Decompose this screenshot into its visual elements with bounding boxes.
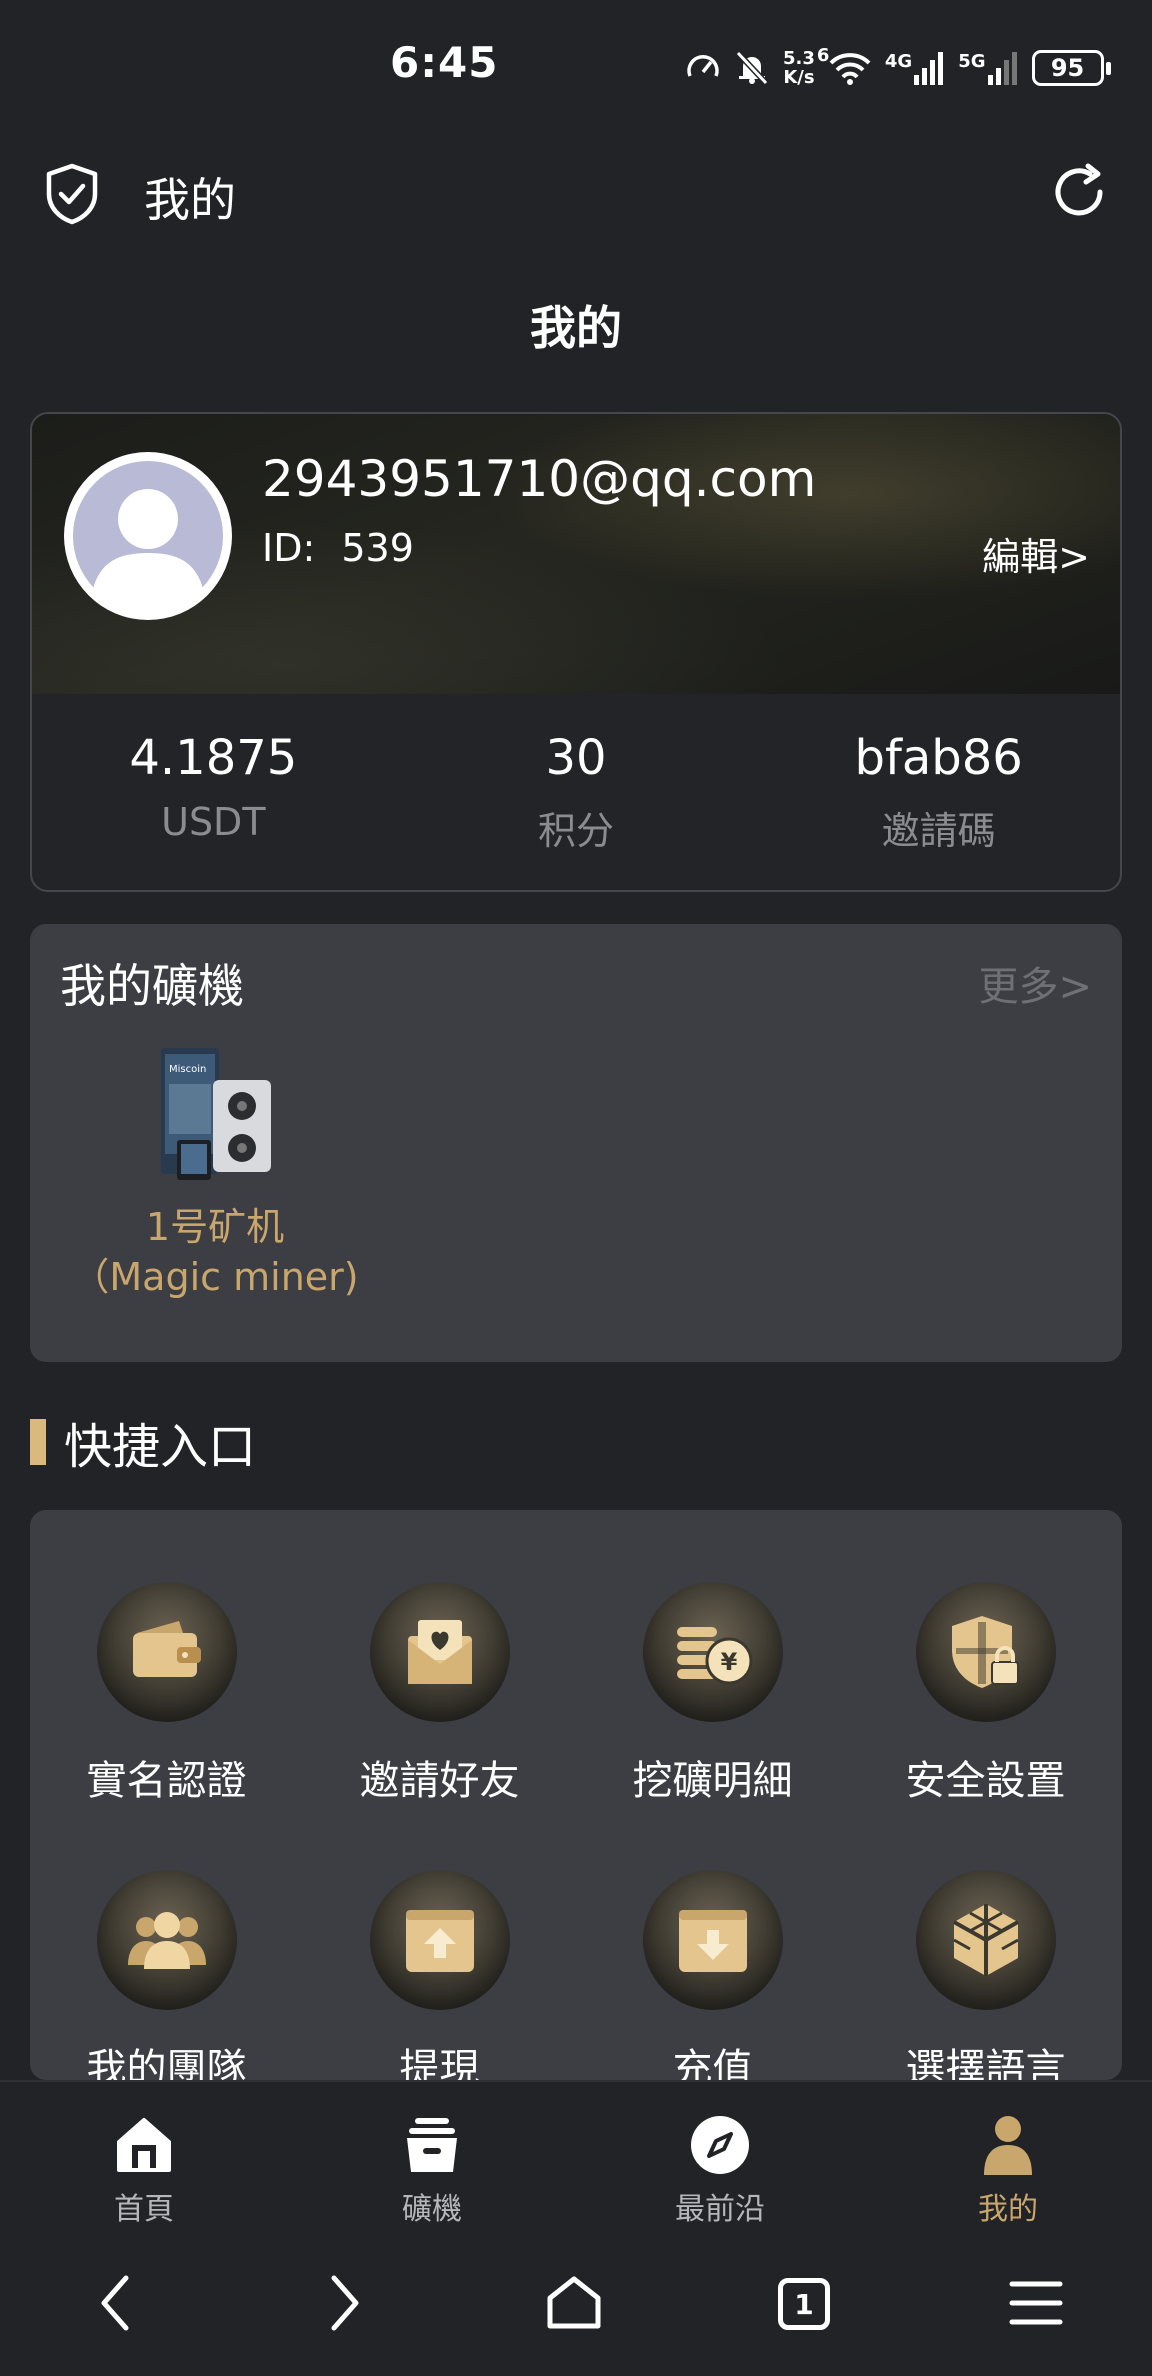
nav-label: 我的	[978, 2192, 1038, 2227]
user-email: 2943951710@qq.com	[262, 450, 817, 508]
quick-item-label: 實名認證	[86, 1758, 247, 1804]
nav-miners[interactable]: 礦機	[288, 2082, 576, 2230]
stat-invite-code[interactable]: bfab86 邀請碼	[757, 694, 1120, 890]
profile-card: 2943951710@qq.com ID: 539 編輯> 4.1875 USD…	[30, 412, 1122, 892]
default-avatar-icon	[73, 461, 223, 611]
team-icon	[96, 1870, 237, 2010]
signal-1: 4G	[885, 51, 944, 85]
edit-profile-link[interactable]: 編輯>	[982, 526, 1090, 581]
cubes-icon	[915, 1870, 1056, 2010]
my-miners-card: 我的礦機 更多> Miscoin 1号矿机 （Magic miner)	[30, 924, 1122, 1362]
quick-item-label: 邀請好友	[359, 1758, 520, 1804]
stat-value: 4.1875	[129, 730, 298, 786]
shield-lock-icon	[915, 1582, 1056, 1722]
quick-item-deposit[interactable]: 充值	[576, 1870, 849, 2080]
signal-1-label: 4G	[884, 51, 913, 72]
quick-entry-header: 快捷入口	[30, 1412, 256, 1475]
quick-item-security[interactable]: 安全設置	[849, 1582, 1122, 1806]
net-speed: 5.3 K/s	[783, 49, 815, 87]
signal-2: 5G	[958, 51, 1017, 85]
status-icons: 5.3 K/s 6 4G 5G 95	[685, 44, 1111, 92]
wifi-icon	[829, 53, 871, 85]
quick-item-label: 我的團隊	[86, 2046, 247, 2080]
miner-stack-icon	[288, 2112, 576, 2178]
user-id: ID: 539	[262, 526, 414, 570]
bottom-nav: 首頁 礦機 最前沿 我的	[0, 2080, 1152, 2230]
signal-2-label: 5G	[958, 51, 986, 72]
quick-item-withdraw[interactable]: 提現	[303, 1870, 576, 2080]
forward-icon[interactable]	[328, 2274, 362, 2332]
withdraw-box-icon	[369, 1870, 510, 2010]
nav-label: 首頁	[114, 2192, 174, 2227]
miner-image: Miscoin	[155, 1044, 275, 1184]
quick-entry-grid: 實名認證 邀請好友 ¥ 挖礦明細 安全設置 我的團隊 提現 充值 選擇語言	[30, 1582, 1122, 2080]
profile-header: 2943951710@qq.com ID: 539 編輯>	[32, 414, 1120, 694]
quick-item-label: 充值	[672, 2046, 753, 2080]
miner-item[interactable]: Miscoin 1号矿机 （Magic miner)	[70, 1044, 360, 1302]
compass-icon	[576, 2112, 864, 2178]
wifi-group: 6	[817, 45, 871, 85]
miners-more-link[interactable]: 更多>	[978, 954, 1092, 1012]
stat-value: 30	[545, 730, 607, 786]
profile-page: 6:45 5.3 K/s 6 4G 5G 95 我的 我的 2943951710…	[0, 0, 1152, 2376]
bell-muted-icon	[735, 50, 769, 86]
stat-value: bfab86	[854, 730, 1023, 786]
miner-box-text: Miscoin	[169, 1064, 207, 1075]
battery-indicator: 95	[1031, 50, 1111, 86]
section-accent-bar	[30, 1419, 46, 1465]
avatar[interactable]	[64, 452, 232, 620]
page-title: 我的	[530, 301, 622, 355]
home-outline-icon[interactable]	[546, 2274, 602, 2332]
miners-title: 我的礦機	[60, 959, 244, 1013]
nav-label: 最前沿	[675, 2192, 765, 2227]
user-id-label: ID:	[262, 526, 316, 570]
nav-home[interactable]: 首頁	[0, 2082, 288, 2230]
app-header: 我的	[0, 140, 1152, 250]
header-title: 我的	[144, 173, 236, 227]
quick-item-label: 提現	[399, 2046, 480, 2080]
speedometer-icon	[687, 55, 719, 77]
net-speed-unit: K/s	[783, 67, 815, 88]
quick-item-verification[interactable]: 實名認證	[30, 1582, 303, 1806]
signal-bars-icon	[914, 52, 944, 85]
user-icon	[864, 2112, 1152, 2178]
quick-item-label: 選擇語言	[905, 2046, 1066, 2080]
nav-profile[interactable]: 我的	[864, 2082, 1152, 2230]
svg-text:¥: ¥	[720, 1648, 737, 1676]
browser-system-bar: 1	[0, 2230, 1152, 2376]
stat-usdt[interactable]: 4.1875 USDT	[32, 694, 395, 890]
home-icon	[0, 2112, 288, 2178]
nav-frontier[interactable]: 最前沿	[576, 2082, 864, 2230]
status-time: 6:45	[390, 38, 499, 87]
quick-item-invite[interactable]: 邀請好友	[303, 1582, 576, 1806]
refresh-icon[interactable]	[1048, 162, 1110, 224]
miner-name: 1号矿机 （Magic miner)	[71, 1205, 359, 1299]
quick-item-team[interactable]: 我的團隊	[30, 1870, 303, 2080]
quick-item-label: 挖礦明細	[632, 1758, 793, 1804]
signal-bars-icon	[987, 52, 1017, 85]
shield-check-icon[interactable]	[42, 162, 102, 226]
quick-entry-card: 實名認證 邀請好友 ¥ 挖礦明細 安全設置 我的團隊 提現 充值 選擇語言	[30, 1510, 1122, 2080]
tabs-counter[interactable]: 1	[778, 2278, 830, 2330]
user-id-value: 539	[341, 526, 414, 570]
menu-icon[interactable]	[1008, 2274, 1064, 2332]
quick-item-mining-details[interactable]: ¥ 挖礦明細	[576, 1582, 849, 1806]
stat-label: 积分	[538, 809, 615, 853]
quick-item-label: 安全設置	[905, 1758, 1066, 1804]
wallet-icon	[96, 1582, 237, 1722]
quick-entry-title: 快捷入口	[64, 1419, 257, 1475]
net-speed-value: 5.3	[783, 48, 815, 69]
deposit-box-icon	[642, 1870, 783, 2010]
stat-points[interactable]: 30 积分	[395, 694, 758, 890]
invite-heart-icon	[369, 1582, 510, 1722]
status-bar: 6:45 5.3 K/s 6 4G 5G 95	[0, 0, 1152, 140]
quick-item-language[interactable]: 選擇語言	[849, 1870, 1122, 2080]
nav-label: 礦機	[402, 2192, 462, 2227]
back-icon[interactable]	[98, 2274, 132, 2332]
coins-yuan-icon: ¥	[642, 1582, 783, 1722]
wifi-badge: 6	[816, 45, 830, 66]
stat-label: 邀請碼	[881, 809, 996, 853]
profile-stats: 4.1875 USDT 30 积分 bfab86 邀請碼	[32, 694, 1120, 890]
stat-label: USDT	[161, 800, 266, 844]
